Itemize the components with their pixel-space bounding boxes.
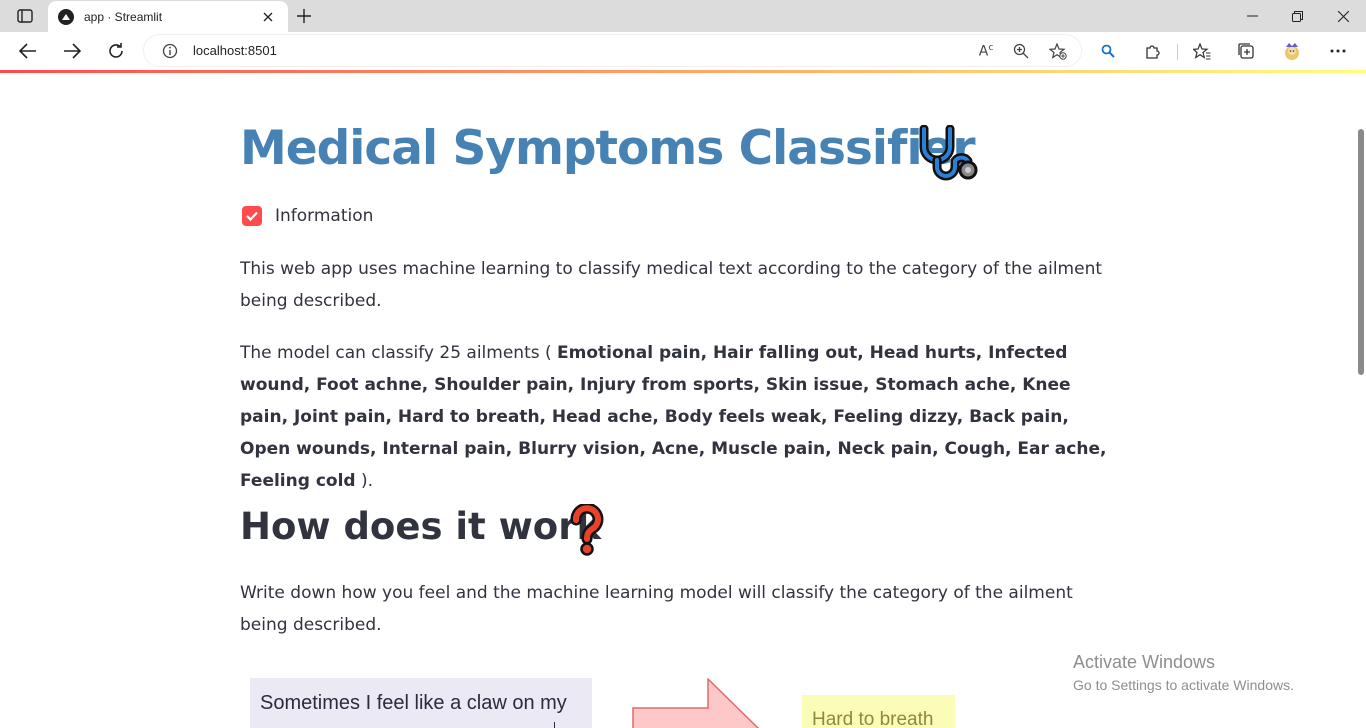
checkmark-icon — [246, 211, 258, 221]
new-tab-button[interactable] — [292, 5, 316, 27]
illustration-input-text: Sometimes I feel like a claw on my — [260, 692, 567, 714]
ailments-paragraph: The model can classify 25 ailments ( Emo… — [240, 337, 1110, 497]
activate-windows-title: Activate Windows — [1073, 652, 1216, 672]
plus-icon — [297, 9, 311, 23]
tab-strip: app · Streamlit — [0, 0, 1366, 32]
intro-paragraph: This web app uses machine learning to cl… — [240, 259, 1103, 311]
tab-actions-button[interactable] — [10, 5, 40, 27]
browser-tab[interactable]: app · Streamlit — [48, 1, 288, 32]
scrollbar[interactable] — [1358, 129, 1364, 375]
illustration-result-text: Hard to breath — [812, 709, 934, 728]
url-text[interactable]: localhost:8501 — [193, 43, 277, 58]
refresh-icon — [109, 43, 123, 58]
more-options-icon[interactable] — [1326, 39, 1350, 63]
ailments-list: Emotional pain, Hair falling out, Head h… — [240, 343, 1107, 491]
ailments-suffix: ). — [361, 471, 374, 491]
read-aloud-icon[interactable]: Aⅽ — [975, 41, 997, 61]
stethoscope-icon — [919, 125, 978, 181]
activate-windows-subtitle: Go to Settings to activate Windows. — [1073, 677, 1294, 693]
arrow-right-illustration-icon — [632, 678, 760, 728]
restore-icon — [1291, 10, 1303, 22]
illustration-input-box: Sometimes I feel like a claw on my — [250, 678, 592, 728]
collections-icon[interactable] — [1234, 39, 1258, 63]
information-checkbox-row[interactable]: Information — [242, 206, 373, 226]
tab-title: app · Streamlit — [84, 9, 163, 24]
streamlit-favicon-icon — [58, 8, 74, 25]
tab-close-icon[interactable] — [258, 7, 278, 27]
text-cursor — [554, 722, 555, 728]
profile-avatar-icon[interactable] — [1280, 39, 1304, 63]
close-window-button[interactable] — [1320, 0, 1366, 32]
refresh-button[interactable] — [101, 36, 131, 66]
information-checkbox-label[interactable]: Information — [275, 206, 373, 226]
toolbar-divider — [1177, 44, 1178, 60]
zoom-icon[interactable] — [1010, 41, 1032, 61]
restore-button[interactable] — [1274, 0, 1320, 32]
back-button[interactable] — [13, 36, 43, 66]
information-checkbox[interactable] — [242, 206, 262, 226]
question-mark-icon — [570, 504, 604, 556]
app-view: Medical Symptoms Classifier Information … — [0, 73, 1366, 728]
how-it-works-text: Write down how you feel and the machine … — [240, 583, 1073, 635]
add-favorite-icon[interactable] — [1047, 41, 1069, 61]
arrow-right-icon — [64, 43, 81, 59]
illustration-result-box: Hard to breath — [802, 695, 955, 728]
info-icon[interactable] — [162, 43, 178, 59]
how-it-works-heading: How does it work — [240, 505, 602, 548]
ailments-prefix: The model can classify 25 ailments ( — [240, 343, 552, 363]
activate-windows-watermark: Activate Windows Go to Settings to activ… — [1073, 652, 1294, 693]
extensions-icon[interactable] — [1141, 39, 1165, 63]
arrow-left-icon — [19, 43, 36, 59]
page-title: Medical Symptoms Classifier — [240, 121, 976, 176]
address-bar[interactable]: localhost:8501 Aⅽ — [144, 35, 1081, 66]
minimize-icon — [1246, 15, 1258, 17]
search-icon[interactable] — [1096, 39, 1120, 63]
browser-toolbar: localhost:8501 Aⅽ — [0, 32, 1366, 70]
favorites-icon[interactable] — [1190, 39, 1214, 63]
close-icon — [1337, 10, 1349, 22]
tab-actions-icon — [17, 9, 33, 23]
forward-button[interactable] — [57, 36, 87, 66]
minimize-button[interactable] — [1229, 0, 1275, 32]
